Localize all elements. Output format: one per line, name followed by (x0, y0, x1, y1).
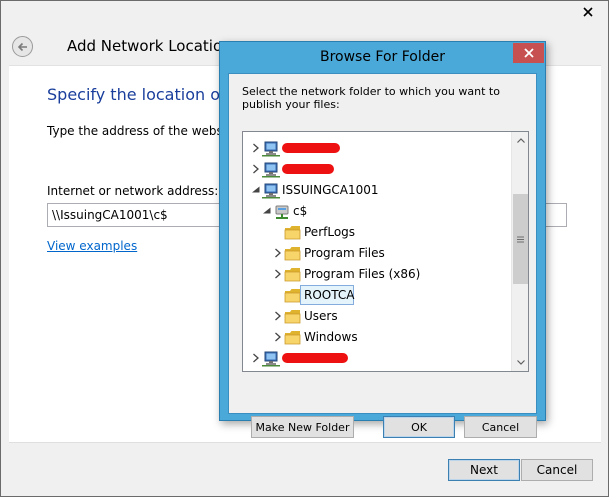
chevron-right-icon[interactable] (251, 352, 261, 364)
tree-scrollbar[interactable] (511, 132, 528, 371)
grip-icon (517, 236, 524, 242)
folder-icon (284, 266, 302, 283)
next-button[interactable]: Next (448, 459, 520, 481)
tree-item[interactable]: Users (243, 306, 511, 327)
dialog-close-button[interactable] (513, 43, 544, 63)
tree-item-label: PerfLogs (304, 225, 356, 239)
computer-icon (262, 140, 280, 157)
computer-icon (262, 182, 280, 199)
computer-icon (262, 350, 280, 367)
page-description: Type the address of the website, (47, 124, 243, 138)
tree-item-label: Program Files (304, 246, 385, 260)
chevron-right-icon[interactable] (251, 163, 261, 175)
tree-item-label: c$ (293, 204, 308, 218)
tree-item-label: Program Files (x86) (304, 267, 421, 281)
dialog-instruction: Select the network folder to which you w… (242, 85, 500, 111)
address-label: Internet or network address: (47, 184, 219, 198)
chevron-down-icon[interactable] (262, 205, 272, 217)
tree-item[interactable]: Windows (243, 327, 511, 348)
redaction-mark (282, 164, 334, 174)
folder-icon (284, 245, 302, 262)
redaction-mark (282, 143, 340, 153)
tree-item-label: Windows (304, 330, 358, 344)
chevron-right-icon[interactable] (273, 247, 283, 259)
redaction-mark (282, 353, 348, 363)
tree-item[interactable]: PerfLogs (243, 222, 511, 243)
tree-item[interactable]: ROOTCA (243, 285, 511, 306)
scroll-down-icon (516, 360, 525, 365)
scroll-up-icon (516, 138, 525, 143)
tree-item[interactable] (243, 348, 511, 369)
chevron-right-icon[interactable] (273, 331, 283, 343)
dialog-cancel-button[interactable]: Cancel (464, 416, 537, 438)
dialog-title: Browse For Folder (319, 49, 445, 65)
wizard-close-button[interactable] (572, 2, 604, 22)
folder-icon (284, 308, 302, 325)
computer-icon (262, 161, 280, 178)
tree-item[interactable]: c$ (243, 201, 511, 222)
tree-item[interactable] (243, 138, 511, 159)
dialog-body: Select the network folder to which you w… (228, 73, 537, 438)
ok-button[interactable]: OK (383, 416, 455, 438)
tree-item-label: ISSUINGCA1001 (282, 183, 379, 197)
network-share-icon (273, 203, 291, 220)
back-arrow-icon (17, 42, 27, 51)
wizard-title: Add Network Location (67, 37, 232, 55)
computer-icon (262, 371, 280, 372)
scroll-up-button[interactable] (512, 132, 528, 149)
tree-item[interactable]: ISSUINGCA1001 (243, 180, 511, 201)
tree-item[interactable] (243, 159, 511, 180)
back-button[interactable] (12, 36, 33, 57)
browse-for-folder-dialog: Browse For Folder Select the network fol… (219, 41, 546, 438)
tree-item-label: ROOTCA (304, 288, 355, 302)
tree-item-label: Users (304, 309, 338, 323)
make-new-folder-button[interactable]: Make New Folder (251, 416, 354, 438)
folder-icon (284, 224, 302, 241)
tree-item[interactable]: Program Files (x86) (243, 264, 511, 285)
view-examples-link[interactable]: View examples (47, 239, 137, 253)
tree-item[interactable] (243, 369, 511, 372)
chevron-right-icon[interactable] (251, 142, 261, 154)
scroll-thumb[interactable] (513, 194, 528, 284)
wizard-cancel-button[interactable]: Cancel (521, 459, 593, 481)
chevron-right-icon[interactable] (273, 268, 283, 280)
scroll-down-button[interactable] (512, 354, 528, 371)
chevron-down-icon[interactable] (251, 184, 261, 196)
folder-tree[interactable]: ISSUINGCA1001 c$ PerfLogs Program Files Prog… (242, 131, 529, 372)
folder-icon (284, 329, 302, 346)
tree-item[interactable]: Program Files (243, 243, 511, 264)
close-icon (583, 7, 593, 17)
close-icon (523, 48, 534, 58)
chevron-right-icon[interactable] (273, 310, 283, 322)
